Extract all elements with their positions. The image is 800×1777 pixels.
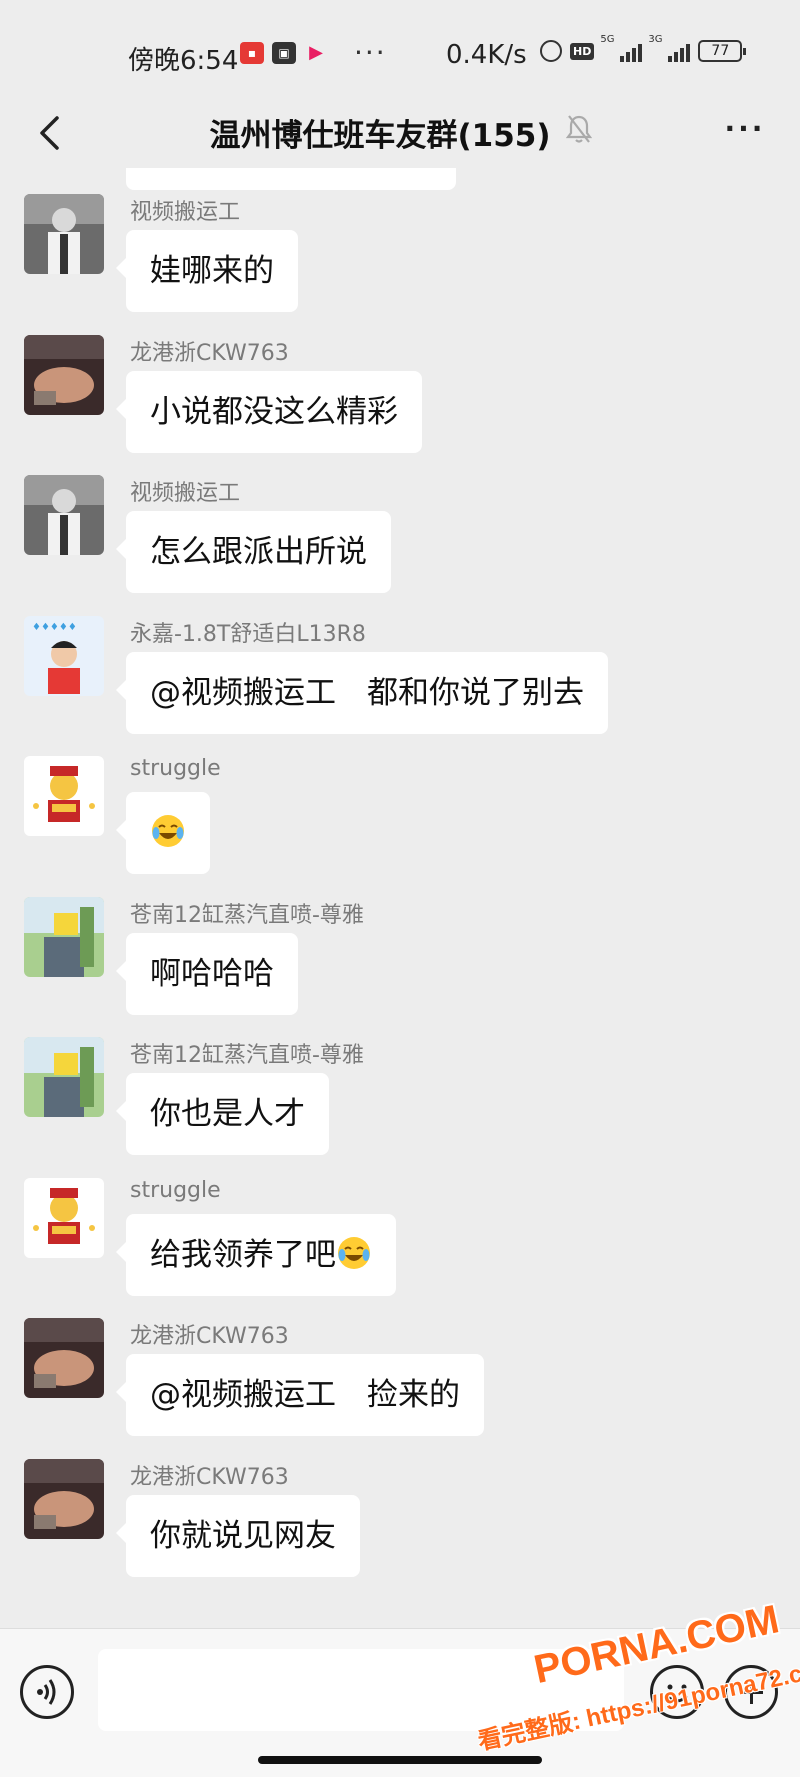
- status-time: 傍晚6:54: [128, 46, 239, 76]
- voice-icon: [37, 1679, 56, 1705]
- message-item: 视频搬运工怎么跟派出所说: [0, 471, 800, 611]
- message-text: @视频搬运工 都和你说了别去: [150, 674, 584, 711]
- sender-name: struggle: [130, 756, 221, 781]
- sender-avatar[interactable]: [24, 756, 104, 836]
- play-icon: ▶: [309, 42, 323, 63]
- sender-avatar[interactable]: ♦♦♦♦♦: [24, 615, 104, 696]
- message-bubble-partial: [126, 168, 456, 190]
- sender-name: 龙港浙CKW763: [130, 1464, 289, 1490]
- sender-name: 苍南12缸蒸汽直喷-尊雅: [130, 902, 364, 928]
- sender-avatar[interactable]: [24, 1318, 104, 1398]
- laugh-cry-emoji-icon: [152, 815, 184, 847]
- chat-title: 温州博仕班车友群(155): [209, 118, 551, 154]
- muted-bell-icon: [565, 114, 593, 148]
- message-text: 啊哈哈哈: [150, 955, 274, 992]
- app-notification-icon: ▣: [272, 42, 296, 64]
- message-text: 小说都没这么精彩: [150, 393, 398, 430]
- laugh-cry-emoji-icon: [338, 1236, 370, 1269]
- sender-avatar[interactable]: [24, 1037, 104, 1117]
- alarm-icon: [540, 40, 562, 62]
- network-speed: 0.4K/s: [446, 40, 527, 70]
- voice-input-button[interactable]: [20, 1665, 74, 1719]
- svg-text:♦♦♦♦♦: ♦♦♦♦♦: [32, 622, 77, 633]
- message-item: 苍南12缸蒸汽直喷-尊雅你也是人才: [0, 1033, 800, 1173]
- message-list[interactable]: 视频搬运工 娃哪来的 龙港浙CKW763 小说都没这么精彩 视频搬运工 怎么跟派出所说 ♦♦…: [0, 160, 800, 1630]
- message-item: 苍南12缸蒸汽直喷-尊雅啊哈哈哈: [0, 893, 800, 1033]
- sender-name: 永嘉-1.8T舒适白L13R8: [130, 621, 366, 647]
- home-indicator[interactable]: [258, 1756, 542, 1764]
- signal-5g-icon: 5G: [600, 34, 643, 62]
- message-bubble[interactable]: @视频搬运工 都和你说了别去: [116, 651, 608, 734]
- message-item: 龙港浙CKW763 你就说见网友: [0, 1455, 800, 1595]
- hd-icon: HD: [570, 42, 595, 60]
- sender-name: 视频搬运工: [130, 481, 241, 506]
- sender-avatar[interactable]: [24, 1458, 104, 1539]
- sender-avatar[interactable]: [24, 475, 104, 555]
- sender-name: 视频搬运工: [130, 200, 241, 225]
- message-bubble[interactable]: 你就说见网友: [116, 1494, 360, 1577]
- message-item: struggle 给我领养了吧: [0, 1174, 800, 1314]
- sender-name: struggle: [130, 1177, 221, 1203]
- message-bubble[interactable]: 啊哈哈哈: [116, 932, 298, 1015]
- message-bubble[interactable]: 给我领养了吧: [116, 1213, 396, 1296]
- message-item: 龙港浙CKW763 小说都没这么精彩: [0, 331, 800, 471]
- more-notifications-icon: ···: [354, 36, 387, 69]
- message-text: 你也是人才: [150, 1096, 305, 1132]
- battery-icon: 77: [698, 40, 747, 62]
- message-item: 视频搬运工娃哪来的: [0, 190, 800, 330]
- signal-3g-icon: 3G: [648, 34, 691, 62]
- message-bubble[interactable]: [116, 792, 210, 874]
- app-notification-icon: ▪: [240, 42, 264, 64]
- system-icons: HD 5G 3G 77: [540, 34, 747, 62]
- sender-avatar[interactable]: [24, 896, 104, 977]
- notification-icons: ▪ ▣ ▶: [240, 42, 328, 64]
- sender-avatar[interactable]: [24, 1177, 104, 1258]
- message-text: @视频搬运工 捡来的: [150, 1377, 460, 1413]
- sender-name: 龙港浙CKW763: [130, 340, 289, 366]
- more-options-button[interactable]: ···: [720, 112, 770, 152]
- sender-avatar[interactable]: [24, 194, 104, 274]
- message-text: 娃哪来的: [150, 253, 274, 289]
- message-bubble[interactable]: 娃哪来的: [116, 230, 298, 312]
- sender-name: 龙港浙CKW763: [130, 1324, 289, 1349]
- sender-name: 苍南12缸蒸汽直喷-尊雅: [130, 1043, 364, 1068]
- message-bubble[interactable]: @视频搬运工 捡来的: [116, 1354, 484, 1436]
- message-item: 龙港浙CKW763 @视频搬运工 捡来的: [0, 1314, 800, 1454]
- message-bubble[interactable]: 你也是人才: [116, 1073, 329, 1155]
- message-text: 给我领养了吧: [150, 1236, 336, 1273]
- message-bubble[interactable]: 小说都没这么精彩: [116, 370, 422, 453]
- message-text: 你就说见网友: [150, 1517, 336, 1554]
- message-text: 怎么跟派出所说: [150, 534, 367, 570]
- message-bubble[interactable]: 怎么跟派出所说: [116, 511, 391, 593]
- message-item: struggle: [0, 752, 800, 892]
- sender-avatar[interactable]: [24, 334, 104, 415]
- message-item: ♦♦♦♦♦ 永嘉-1.8T舒适白L13R8 @视频搬运工 都和你说了别去: [0, 612, 800, 752]
- status-bar: 傍晚6:54 ▪ ▣ ▶ ··· 0.4K/s HD 5G 3G 77: [0, 0, 800, 100]
